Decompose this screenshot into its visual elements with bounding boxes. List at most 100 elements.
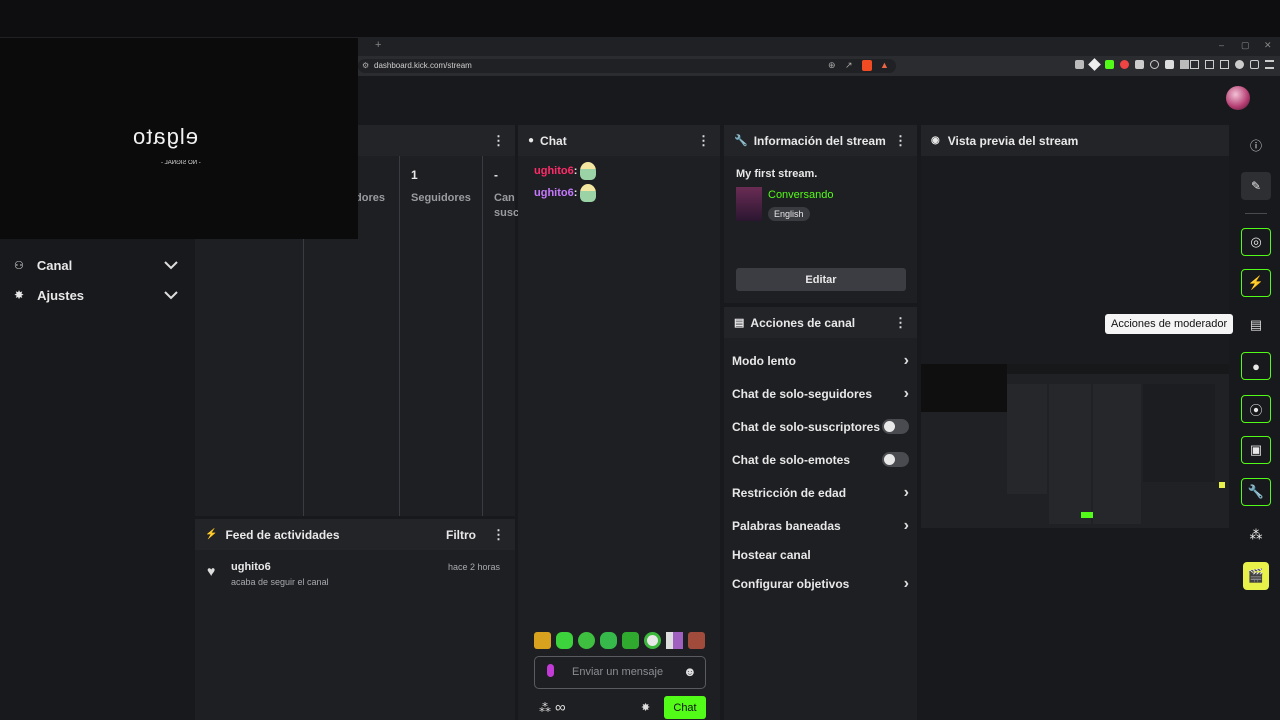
maximize-button[interactable]: ▢ — [1241, 40, 1250, 51]
sidebar-item-label: Canal — [36, 257, 73, 273]
menu-icon[interactable] — [1265, 60, 1274, 69]
extension-icon[interactable] — [1075, 60, 1084, 69]
os-top-band — [0, 0, 1280, 37]
action-slow-mode[interactable]: Modo lento › — [724, 344, 917, 377]
emote-icon[interactable] — [644, 632, 661, 649]
chat-bubble-icon: ● — [528, 135, 535, 146]
action-configure-goals[interactable]: Configurar objetivos › — [724, 567, 917, 600]
channel-icon: ▤ — [734, 317, 745, 329]
action-followers-only[interactable]: Chat de solo-seguidores › — [724, 377, 917, 410]
brave-shield-icon[interactable] — [862, 60, 872, 71]
send-chat-button[interactable]: Chat — [664, 696, 706, 719]
extension-icon[interactable] — [1135, 60, 1144, 69]
action-subscribers-only: Chat de solo-suscriptores — [724, 410, 917, 443]
action-host-channel[interactable]: Hostear canal — [724, 542, 917, 567]
emote-icon[interactable] — [534, 632, 551, 649]
users-icon: ⚇ — [14, 259, 24, 272]
extension-icon[interactable] — [1180, 60, 1189, 69]
chat-username[interactable]: ughito6 — [534, 165, 574, 177]
filter-button[interactable]: Filtro — [446, 528, 476, 542]
preview-toggle-button[interactable]: ◎ — [1241, 228, 1271, 256]
no-signal-caption: - NO SIGNAL - — [161, 160, 201, 166]
more-options-button[interactable]: ⋮ — [492, 133, 505, 149]
more-options-button[interactable]: ⋮ — [697, 133, 710, 149]
heart-icon: ♥ — [207, 563, 216, 579]
clapperboard-button[interactable]: 🎬 — [1243, 562, 1269, 590]
emote-icon[interactable] — [556, 632, 573, 649]
more-options-button[interactable]: ⋮ — [894, 133, 907, 149]
settings-gear-icon[interactable]: ✸ — [641, 701, 650, 714]
stat-label: Seguidores — [411, 192, 471, 204]
chevron-right-icon: › — [903, 516, 909, 534]
sidebar-item-canal[interactable]: ⚇ Canal — [0, 250, 192, 280]
emotes-only-toggle[interactable] — [882, 452, 909, 467]
kick-logo-icon: ⁂ — [1249, 527, 1263, 542]
edit-pencil-button[interactable]: ✎ — [1241, 172, 1271, 200]
extension-icon[interactable] — [1105, 60, 1114, 69]
stream-category[interactable]: Conversando — [768, 189, 833, 201]
edit-button[interactable]: Editar — [736, 268, 906, 291]
chat-username[interactable]: ughito6 — [534, 187, 574, 199]
sidebar-icon[interactable] — [1205, 60, 1214, 69]
thumb-send — [1081, 512, 1093, 518]
new-tab-button[interactable]: + — [375, 39, 381, 51]
chat-header: ● Chat ⋮ — [518, 125, 720, 156]
avatar[interactable] — [1226, 86, 1250, 110]
emote-bar — [534, 632, 705, 649]
mod-actions-button[interactable]: ▤ — [1241, 311, 1271, 339]
stat-label: susc — [494, 207, 520, 219]
extension-icon[interactable] — [1150, 60, 1159, 69]
chat-toggle-button[interactable]: ● — [1241, 352, 1271, 380]
profile-icon[interactable] — [1235, 60, 1244, 69]
tooltip: Acciones de moderador — [1105, 314, 1234, 334]
zoom-icon[interactable]: ⊕ — [828, 60, 836, 71]
extension-icon[interactable] — [1165, 60, 1174, 69]
action-label: Hostear canal — [732, 547, 811, 562]
rewards-icon[interactable]: ▲ — [880, 60, 889, 70]
emote-icon[interactable] — [578, 632, 595, 649]
url-field[interactable]: ⚙ dashboard.kick.com/stream ⊕ ↗ ▲ — [358, 59, 896, 73]
emote-icon[interactable] — [688, 632, 705, 649]
emote-icon[interactable] — [622, 632, 639, 649]
tab-icon[interactable] — [1220, 60, 1229, 69]
channel-actions-header: ▤ Acciones de canal ⋮ — [724, 307, 917, 338]
elgato-overlay: elgato - NO SIGNAL - — [0, 38, 358, 239]
vpn-icon[interactable] — [1250, 60, 1259, 69]
sidebar-item-ajustes[interactable]: ✸ Ajustes — [0, 280, 192, 310]
stream-preview-video[interactable] — [921, 364, 1229, 528]
bolt-icon: ⚡ — [205, 529, 218, 540]
extension-icon[interactable] — [1120, 60, 1129, 69]
close-window-button[interactable]: ✕ — [1264, 40, 1272, 51]
more-options-button[interactable]: ⋮ — [492, 527, 505, 543]
clipboard-icon: ▤ — [1249, 317, 1263, 332]
extension-icon[interactable] — [1088, 58, 1101, 71]
playlist-icon[interactable] — [1190, 60, 1199, 69]
emote-icon[interactable] — [666, 632, 683, 649]
wrench-icon: 🔧 — [734, 135, 748, 147]
stat-label: dores — [355, 192, 385, 204]
emote-icon[interactable] — [600, 632, 617, 649]
action-banned-words[interactable]: Palabras baneadas › — [724, 509, 917, 542]
subscribers-only-toggle[interactable] — [882, 419, 909, 434]
action-age-restriction[interactable]: Restricción de edad › — [724, 476, 917, 509]
channel-actions-toggle-button[interactable]: ▣ — [1241, 436, 1271, 464]
chat-message-input[interactable]: Enviar un mensaje ☻ — [534, 656, 706, 689]
infinity-icon[interactable]: ∞ — [555, 699, 566, 716]
kick-logo-icon[interactable]: ⁂ — [539, 701, 551, 715]
broadcast-toggle-button[interactable]: ⦿ — [1241, 395, 1271, 423]
more-options-button[interactable]: ⋮ — [894, 315, 907, 331]
stat-value: - — [494, 168, 498, 182]
kick-apps-button[interactable]: ⁂ — [1241, 521, 1271, 549]
emoji-icon[interactable]: ☻ — [683, 664, 697, 679]
emote-icon — [580, 162, 597, 180]
clapperboard-icon: 🎬 — [1247, 568, 1265, 583]
minimize-button[interactable]: – — [1219, 40, 1224, 50]
share-icon[interactable]: ↗ — [845, 60, 853, 71]
activity-toggle-button[interactable]: ⚡ — [1241, 269, 1271, 297]
activity-user[interactable]: ughito6 — [231, 561, 271, 573]
action-label: Modo lento — [732, 353, 796, 368]
microphone-icon[interactable] — [547, 664, 554, 677]
stream-info-toggle-button[interactable]: 🔧 — [1241, 478, 1271, 506]
site-settings-icon[interactable]: ⚙ — [362, 61, 369, 70]
info-icon[interactable]: ⓘ — [1250, 137, 1262, 154]
